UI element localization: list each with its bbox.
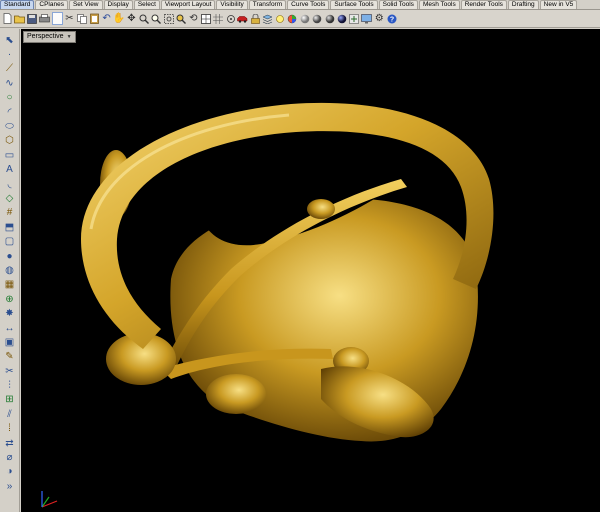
tab-set-view[interactable]: Set View	[68, 0, 103, 9]
tab-display[interactable]: Display	[103, 0, 133, 9]
zoom-icon[interactable]	[138, 12, 149, 25]
polyline-icon[interactable]: ⟋	[3, 62, 17, 76]
help-icon[interactable]: ?	[386, 12, 397, 25]
golden-ring-model	[81, 102, 494, 442]
select-arrow-icon[interactable]: ⬉	[3, 33, 17, 47]
join-icon[interactable]: ⊞	[3, 393, 17, 407]
dark-sphere-icon[interactable]	[337, 12, 348, 25]
move-icon[interactable]: ✥	[126, 12, 137, 25]
zoom-extents-icon[interactable]	[163, 12, 174, 25]
car-icon[interactable]	[237, 12, 248, 25]
four-viewports-icon[interactable]	[200, 12, 211, 25]
paste-icon[interactable]	[89, 12, 100, 25]
viewport-label-text: Perspective	[27, 33, 64, 40]
render-sphere-icon[interactable]	[312, 12, 323, 25]
save-icon[interactable]	[27, 12, 38, 25]
mesh-icon[interactable]: ▦	[3, 278, 17, 292]
layer-icon[interactable]	[262, 12, 273, 25]
extrude-icon[interactable]: ⬒	[3, 220, 17, 234]
curve-icon[interactable]: ∿	[3, 76, 17, 90]
transform-icon[interactable]: ⇄	[3, 436, 17, 450]
tab-transform[interactable]: Transform	[248, 0, 287, 9]
shaded-sphere-icon[interactable]	[324, 12, 335, 25]
perspective-viewport[interactable]: Perspective ▼	[21, 29, 600, 512]
point-icon[interactable]: ·	[3, 47, 17, 61]
zoom-selected-icon[interactable]	[175, 12, 186, 25]
explode-icon[interactable]: ✸	[3, 306, 17, 320]
tab-curve-tools[interactable]: Curve Tools	[287, 0, 330, 9]
cut-icon[interactable]: ✂	[64, 12, 75, 25]
offset-icon[interactable]: ⫽	[3, 407, 17, 421]
toolbar-tab-row: Standard CPlanes Set View Display Select View…	[0, 0, 600, 10]
cylinder-icon[interactable]: ◍	[3, 263, 17, 277]
axis-gizmo-icon	[41, 491, 58, 508]
monitor-icon[interactable]	[361, 12, 373, 25]
surface-icon[interactable]: ◇	[3, 191, 17, 205]
tab-drafting[interactable]: Drafting	[507, 0, 539, 9]
array-icon[interactable]: ⁞	[3, 422, 17, 436]
lock-icon[interactable]	[250, 12, 261, 25]
tab-new-in-v5[interactable]: New in V5	[539, 0, 578, 9]
tab-surface-tools[interactable]: Surface Tools	[330, 0, 378, 9]
render-icon[interactable]: ◑	[3, 465, 17, 479]
dimension-icon[interactable]: ↔	[3, 321, 17, 335]
tab-cplanes[interactable]: CPlanes	[35, 0, 68, 9]
network-icon[interactable]: #	[3, 206, 17, 220]
circle-icon[interactable]: ○	[3, 91, 17, 105]
light-icon[interactable]	[275, 12, 286, 25]
new-icon[interactable]	[2, 12, 13, 25]
print-icon[interactable]	[39, 12, 50, 25]
gear-icon[interactable]: ⚙	[374, 12, 385, 25]
open-icon[interactable]	[14, 12, 26, 25]
rotate-view-icon[interactable]: ⟲	[188, 12, 199, 25]
material-sphere-icon[interactable]	[299, 12, 310, 25]
polygon-icon[interactable]: ⬡	[3, 134, 17, 148]
split-icon[interactable]: ⫶	[3, 378, 17, 392]
tab-viewport-layout[interactable]: Viewport Layout	[160, 0, 216, 9]
standard-toolbar: ✂ ↶ ✋ ✥ ⟲ ⚙ ?	[0, 10, 600, 28]
text-icon[interactable]: A	[3, 163, 17, 177]
ellipse-icon[interactable]: ⬭	[3, 119, 17, 133]
arc-icon[interactable]: ◜	[3, 105, 17, 119]
sphere-icon[interactable]: ●	[3, 249, 17, 263]
tab-select[interactable]: Select	[133, 0, 160, 9]
osnap-icon[interactable]	[225, 12, 236, 25]
tab-standard[interactable]: Standard	[0, 0, 35, 9]
fillet-icon[interactable]: ◟	[3, 177, 17, 191]
tab-render-tools[interactable]: Render Tools	[460, 0, 507, 9]
trim-icon[interactable]: ✂	[3, 364, 17, 378]
analyze-icon[interactable]: ⌀	[3, 450, 17, 464]
tab-visibility[interactable]: Visibility	[216, 0, 248, 9]
copy-icon[interactable]	[76, 12, 87, 25]
chevron-down-icon[interactable]: ▼	[67, 32, 72, 42]
boolean-icon[interactable]: ⊕	[3, 292, 17, 306]
zoom-window-icon[interactable]	[151, 12, 162, 25]
viewport-label[interactable]: Perspective ▼	[23, 31, 76, 43]
selected-square-icon[interactable]	[51, 12, 63, 25]
annotation-icon[interactable]: ✎	[3, 350, 17, 364]
svg-text:?: ?	[389, 16, 393, 23]
pan-icon[interactable]: ✋	[113, 12, 125, 25]
left-tool-column: ⬉ · ⟋ ∿ ○ ◜ ⬭ ⬡ ▭ A ◟ ◇ # ⬒ ▢ ● ◍ ▦ ⊕ ✸ ↔ ▣ ✎ ✂ ⫶ ⊞ ⫽ ⁞ ⇄ ⌀ ◑»	[0, 29, 20, 512]
color-circle-icon[interactable]	[287, 12, 298, 25]
options-icon[interactable]	[349, 12, 360, 25]
box-icon[interactable]: ▢	[3, 234, 17, 248]
block-icon[interactable]: ▣	[3, 335, 17, 349]
grid-icon[interactable]	[213, 12, 224, 25]
more-icon[interactable]: »	[3, 479, 17, 493]
undo-icon[interactable]: ↶	[101, 12, 112, 25]
tab-mesh-tools[interactable]: Mesh Tools	[418, 0, 460, 9]
rectangle-icon[interactable]: ▭	[3, 148, 17, 162]
tab-solid-tools[interactable]: Solid Tools	[378, 0, 418, 9]
